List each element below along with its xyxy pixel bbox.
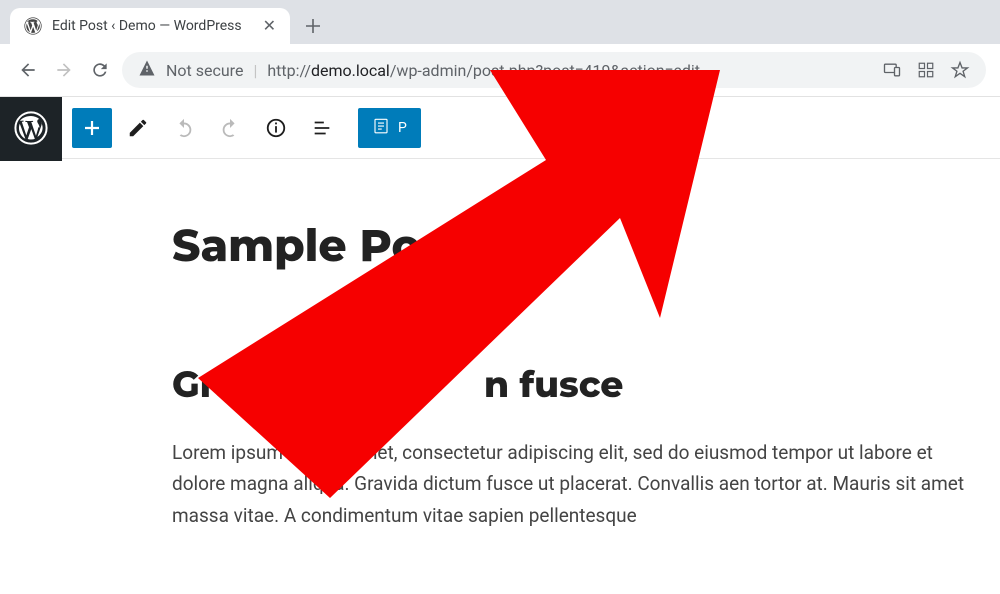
post-title[interactable]: Sample Po xyxy=(172,219,980,273)
url-text: http://demo.local/wp-admin/post.php?post… xyxy=(267,61,700,80)
divider: | xyxy=(253,61,257,80)
close-icon[interactable]: ✕ xyxy=(263,18,276,34)
security-label: Not secure xyxy=(166,61,243,80)
editor-area: P Sample Po Gravid n fusce Lorem ipsum d… xyxy=(0,97,1000,594)
page-template-button[interactable]: P xyxy=(358,108,421,148)
url-domain: demo.local xyxy=(311,61,390,80)
wp-admin-sidebar[interactable] xyxy=(0,97,62,161)
address-row: Not secure | http://demo.local/wp-admin/… xyxy=(0,44,1000,97)
template-label: P xyxy=(398,120,407,136)
wordpress-favicon xyxy=(24,17,42,35)
devices-icon[interactable] xyxy=(882,60,902,80)
back-button[interactable] xyxy=(14,56,42,84)
template-icon xyxy=(372,117,390,139)
outline-button[interactable] xyxy=(302,108,342,148)
add-block-button[interactable] xyxy=(72,108,112,148)
edit-mode-button[interactable] xyxy=(118,108,158,148)
browser-tab[interactable]: Edit Post ‹ Demo — WordPress ✕ xyxy=(10,8,290,44)
tab-title: Edit Post ‹ Demo — WordPress xyxy=(52,18,242,34)
heading2-post: n fusce xyxy=(484,363,623,407)
editor-toolbar: P xyxy=(62,97,1000,159)
address-actions xyxy=(882,60,970,80)
new-tab-button[interactable] xyxy=(298,11,328,41)
heading2-pre: Gravid xyxy=(172,363,295,407)
editor-main: P Sample Po Gravid n fusce Lorem ipsum d… xyxy=(62,97,1000,594)
editor-content[interactable]: Sample Po Gravid n fusce Lorem ipsum dol… xyxy=(62,159,1000,594)
info-button[interactable] xyxy=(256,108,296,148)
tab-bar: Edit Post ‹ Demo — WordPress ✕ xyxy=(0,0,1000,44)
reload-button[interactable] xyxy=(86,56,114,84)
undo-button[interactable] xyxy=(164,108,204,148)
browser-chrome: Edit Post ‹ Demo — WordPress ✕ Not secur… xyxy=(0,0,1000,97)
post-heading2[interactable]: Gravid n fusce xyxy=(172,363,980,407)
post-body[interactable]: Lorem ipsum dolor s amet, consectetur ad… xyxy=(172,437,980,531)
extensions-icon[interactable] xyxy=(916,60,936,80)
redo-button[interactable] xyxy=(210,108,250,148)
url-path: /wp-admin/post.php?post=419&action=edit xyxy=(390,61,700,80)
address-bar[interactable]: Not secure | http://demo.local/wp-admin/… xyxy=(122,52,986,88)
wordpress-logo-icon[interactable] xyxy=(14,111,48,149)
forward-button[interactable] xyxy=(50,56,78,84)
bookmark-icon[interactable] xyxy=(950,60,970,80)
url-protocol: http:// xyxy=(267,61,311,80)
not-secure-icon xyxy=(138,59,156,81)
